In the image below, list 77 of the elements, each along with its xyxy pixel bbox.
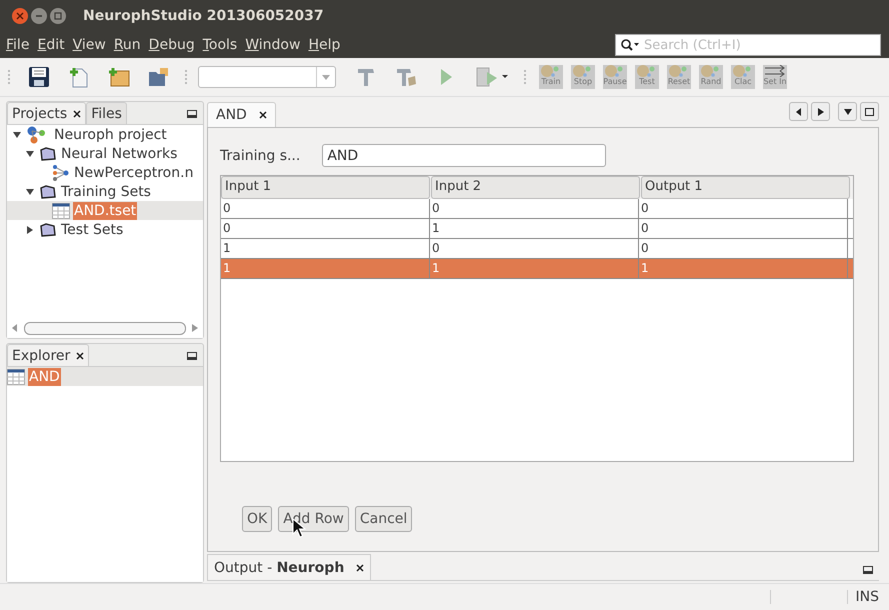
table-cell: 0	[430, 239, 639, 258]
column-header[interactable]: Input 2	[431, 176, 640, 199]
close-icon	[16, 12, 24, 20]
panel-tab[interactable]: Explorer	[7, 344, 90, 366]
menu-item[interactable]: Run	[114, 37, 141, 53]
caret-icon	[322, 74, 330, 80]
minimize-icon	[35, 12, 43, 20]
left-arrow-icon	[796, 108, 802, 116]
tree-item[interactable]: Neuroph project	[53, 126, 168, 144]
maximize-icon	[865, 108, 874, 116]
scroll-right-button[interactable]	[811, 102, 830, 121]
table-cell: 0	[639, 199, 848, 218]
maximize-button[interactable]	[860, 102, 879, 121]
table-row[interactable]: 0 0 0	[221, 199, 853, 219]
table-icon	[52, 202, 70, 218]
menu-item[interactable]: File	[6, 37, 30, 53]
insert-mode-indicator: INS	[856, 589, 879, 605]
tree-item[interactable]: Neural Networks	[60, 144, 178, 162]
panel-tab[interactable]: Files	[86, 102, 127, 124]
folder-icon	[39, 184, 57, 198]
panel-tab[interactable]: Projects	[7, 102, 86, 124]
dialog-button[interactable]: Cancel	[354, 506, 412, 532]
expand-toggle[interactable]	[26, 150, 34, 158]
menu-item[interactable]: Help	[308, 37, 340, 53]
minimize-icon[interactable]	[863, 566, 873, 574]
tree-item[interactable]: Test Sets	[60, 220, 124, 238]
output-tab[interactable]: Output - Neuroph	[207, 554, 372, 580]
table-row[interactable]: 0 1 0	[221, 219, 853, 239]
scroll-left-button[interactable]	[789, 102, 808, 121]
arrows-icon	[764, 65, 786, 77]
expand-toggle[interactable]	[13, 130, 21, 138]
folder-icon	[39, 222, 57, 236]
editor-tab[interactable]: AND	[207, 102, 276, 127]
close-icon[interactable]	[73, 110, 82, 118]
close-icon[interactable]	[258, 111, 267, 119]
menu-item[interactable]: View	[72, 37, 106, 53]
dropdown-button[interactable]	[838, 102, 857, 121]
menu-item[interactable]: Tools	[202, 37, 238, 53]
search-box[interactable]: Search (Ctrl+I)	[615, 34, 881, 56]
field-label: Training s...	[220, 148, 300, 164]
menu-item[interactable]: Debug	[148, 37, 195, 53]
table-cell: 0	[221, 199, 430, 218]
table-cell: 0	[430, 199, 639, 218]
minimize-icon[interactable]	[187, 352, 197, 360]
table-cell: 1	[221, 259, 430, 278]
table-cell: 1	[430, 259, 639, 278]
scroll-right-icon[interactable]	[192, 324, 198, 332]
scroll-left-icon[interactable]	[12, 324, 18, 332]
expand-toggle[interactable]	[26, 188, 34, 196]
expand-toggle[interactable]	[26, 226, 34, 234]
tree-item[interactable]: NewPerceptron.n	[73, 164, 194, 182]
right-arrow-icon	[818, 108, 824, 116]
table-cell: 1	[639, 259, 848, 278]
column-header[interactable]: Input 1	[221, 176, 430, 199]
name-field[interactable]: AND	[322, 144, 606, 167]
window-title: NeurophStudio 201306052037	[83, 8, 324, 24]
scrollbar-thumb[interactable]	[24, 322, 186, 334]
column-header[interactable]: Output 1	[641, 176, 850, 199]
menu-item[interactable]: Edit	[37, 37, 65, 53]
dialog-button[interactable]: OK	[242, 506, 272, 532]
minimize-button[interactable]	[31, 8, 47, 24]
close-icon[interactable]	[76, 352, 84, 360]
table-cell: 0	[221, 219, 430, 238]
close-icon[interactable]	[356, 564, 364, 572]
menu-item[interactable]: Window	[245, 37, 300, 53]
maximize-icon	[54, 12, 62, 20]
tree-item[interactable]: Training Sets	[60, 182, 152, 200]
minimize-icon[interactable]	[187, 110, 197, 118]
search-icon	[620, 38, 640, 52]
close-button[interactable]	[12, 8, 28, 24]
table-cell: 0	[639, 219, 848, 238]
network-nodes-icon	[52, 164, 70, 180]
table-cell: 0	[639, 239, 848, 258]
caret-icon	[844, 108, 852, 114]
table-cell: 1	[221, 239, 430, 258]
table-cell: 1	[430, 219, 639, 238]
folder-icon	[39, 146, 57, 160]
